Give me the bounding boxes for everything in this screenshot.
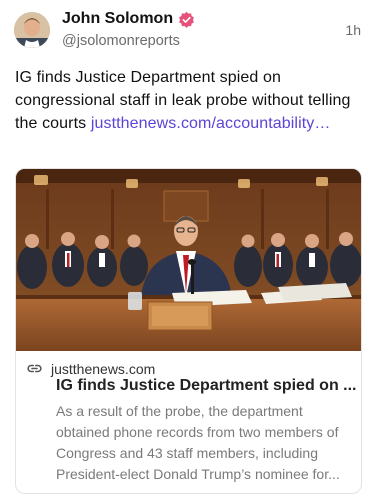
avatar[interactable] — [14, 12, 50, 48]
post-link[interactable]: justthenews.com/accountability… — [91, 115, 331, 132]
post[interactable]: John Solomon @jsolomonreports 1h IG find… — [0, 0, 377, 500]
card-domain: justthenews.com — [51, 360, 156, 377]
link-preview-card[interactable]: justthenews.com IG finds Justice Departm… — [15, 168, 362, 494]
card-thumbnail-image — [16, 169, 361, 351]
link-icon — [27, 364, 42, 373]
author-handle[interactable]: @jsolomonreports — [62, 33, 180, 49]
post-timestamp[interactable]: 1h — [345, 22, 361, 38]
post-text: IG finds Justice Department spied on con… — [15, 66, 360, 135]
author-name[interactable]: John Solomon — [62, 10, 173, 28]
card-description: As a result of the probe, the department… — [56, 403, 340, 482]
card-domain-row: justthenews.com — [26, 360, 155, 377]
author-name-row[interactable]: John Solomon — [62, 10, 195, 28]
card-title[interactable]: IG finds Justice Department spied on ... — [56, 377, 356, 395]
verified-badge-icon — [179, 11, 195, 28]
